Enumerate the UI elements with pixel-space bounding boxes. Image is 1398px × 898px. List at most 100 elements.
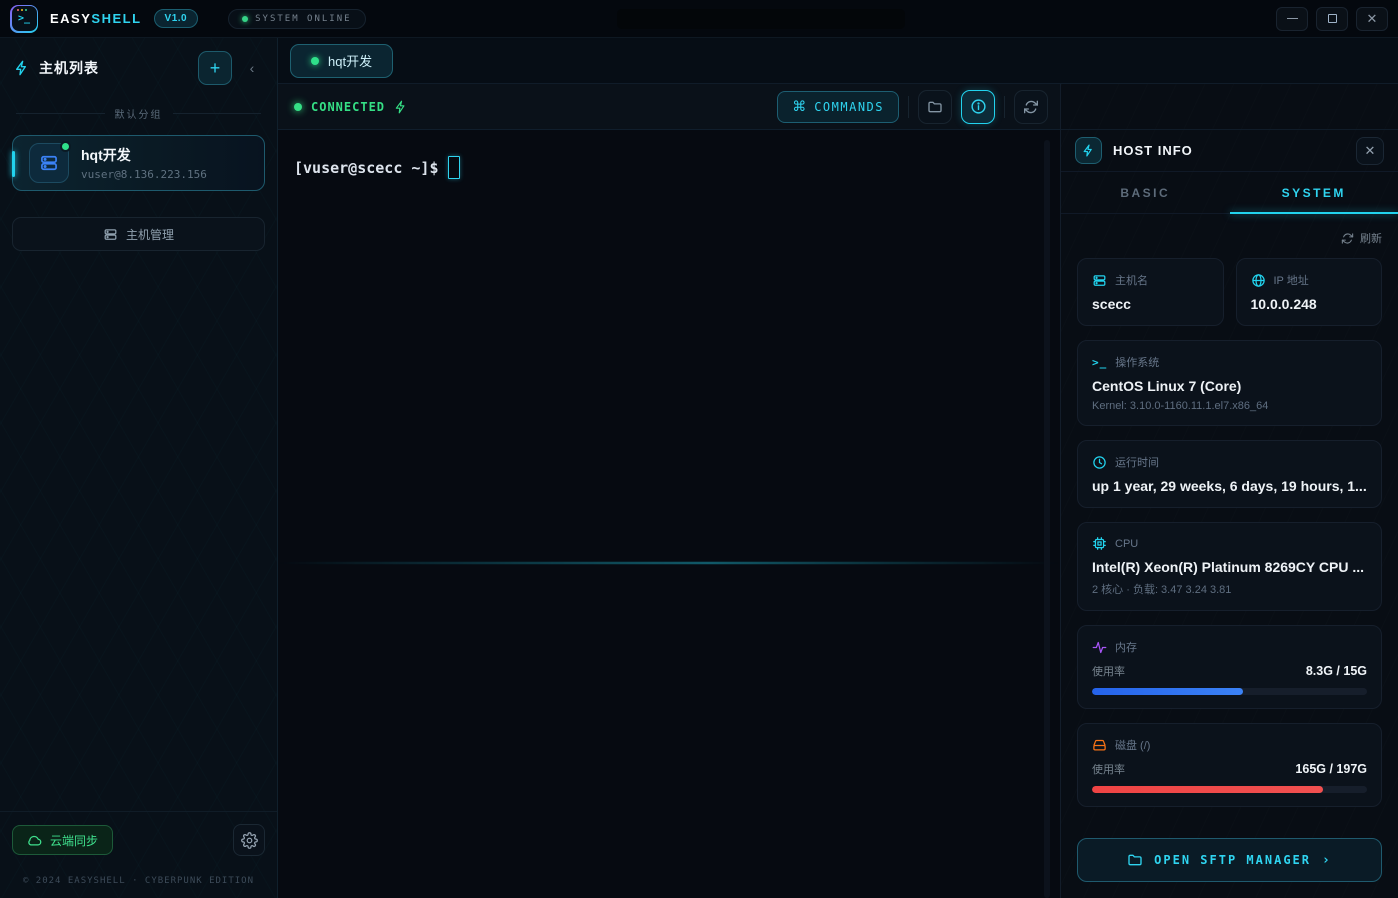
memory-usage-label: 使用率	[1092, 663, 1125, 679]
scanline-effect	[278, 562, 1060, 564]
gear-icon	[241, 832, 258, 849]
open-sftp-button[interactable]: OPEN SFTP MANAGER ›	[1077, 838, 1382, 882]
uptime-label: 运行时间	[1115, 454, 1159, 470]
close-button[interactable]: ✕	[1356, 7, 1388, 31]
tab-label: hqt开发	[328, 51, 372, 70]
sidebar-host-list: 主机列表 + ‹ 默认分组 hqt开发 vuser@8.136.223.156	[0, 38, 278, 898]
close-icon: ✕	[1367, 12, 1378, 25]
toolbar-divider	[1004, 96, 1005, 118]
minimize-button[interactable]	[1276, 7, 1308, 31]
memory-usage-value: 8.3G / 15G	[1306, 664, 1367, 678]
memory-card: 内存 使用率 8.3G / 15G	[1077, 625, 1382, 709]
refresh-icon	[1023, 99, 1039, 115]
refresh-info-button[interactable]: 刷新	[1077, 226, 1382, 258]
memory-label: 内存	[1115, 639, 1137, 655]
terminal-tab[interactable]: hqt开发	[290, 44, 393, 78]
command-key-icon: ⌘	[792, 98, 806, 115]
cpu-value: Intel(R) Xeon(R) Platinum 8269CY CPU ...	[1092, 559, 1367, 575]
host-manage-button[interactable]: 主机管理	[12, 217, 265, 251]
refresh-label: 刷新	[1360, 230, 1382, 246]
close-panel-button[interactable]: ✕	[1356, 137, 1384, 165]
bolt-icon	[1075, 137, 1102, 164]
titlebar-drag-region[interactable]	[617, 9, 905, 29]
tab-system[interactable]: SYSTEM	[1230, 172, 1398, 213]
sftp-folder-button[interactable]	[918, 90, 952, 124]
chevron-right-icon: ›	[1322, 853, 1332, 868]
terminal-screen[interactable]: [vuser@scecc ~]$	[278, 130, 1060, 898]
terminal-prompt-icon: >_	[1092, 356, 1107, 369]
sidebar-title: 主机列表	[39, 58, 99, 78]
bolt-icon	[14, 60, 30, 76]
logo-traffic-dots	[17, 9, 27, 11]
maximize-button[interactable]	[1316, 7, 1348, 31]
disk-usage-label: 使用率	[1092, 761, 1125, 777]
host-online-dot	[60, 141, 71, 152]
uptime-value: up 1 year, 29 weeks, 6 days, 19 hours, 1…	[1092, 478, 1367, 494]
disk-label: 磁盘 (/)	[1115, 737, 1150, 753]
bolt-icon	[394, 100, 408, 114]
host-info-button[interactable]	[961, 90, 995, 124]
cloud-sync-label: 云端同步	[50, 832, 98, 849]
ip-value: 10.0.0.248	[1251, 296, 1368, 312]
online-dot-icon	[242, 16, 248, 22]
toolbar-divider	[908, 96, 909, 118]
disk-card: 磁盘 (/) 使用率 165G / 197G	[1077, 723, 1382, 807]
add-host-button[interactable]: +	[198, 51, 232, 85]
cloud-icon	[27, 833, 42, 848]
version-badge: V1.0	[154, 9, 199, 28]
terminal-tab-bar: hqt开发	[278, 38, 1398, 84]
os-value: CentOS Linux 7 (Core)	[1092, 378, 1367, 394]
server-icon	[103, 227, 118, 242]
kernel-detail: Kernel: 3.10.0-1160.11.1.el7.x86_64	[1092, 400, 1367, 412]
collapse-sidebar-button[interactable]: ‹	[241, 51, 263, 85]
terminal-cursor	[448, 156, 460, 179]
memory-progress-track	[1092, 688, 1367, 695]
folder-icon	[1127, 852, 1143, 868]
group-label: 默认分组	[115, 106, 163, 121]
commands-button[interactable]: ⌘ COMMANDS	[777, 91, 899, 123]
tab-basic[interactable]: BASIC	[1061, 172, 1230, 213]
system-status-badge: SYSTEM ONLINE	[228, 9, 365, 29]
host-list-item[interactable]: hqt开发 vuser@8.136.223.156	[12, 135, 265, 191]
cpu-label: CPU	[1115, 538, 1138, 550]
settings-button[interactable]	[233, 824, 265, 856]
cloud-sync-button[interactable]: 云端同步	[12, 825, 113, 855]
server-icon	[1092, 273, 1107, 288]
brand-title: EASYSHELL	[50, 11, 142, 26]
host-manage-label: 主机管理	[126, 226, 174, 243]
os-card: >_ 操作系统 CentOS Linux 7 (Core) Kernel: 3.…	[1077, 340, 1382, 426]
host-address: vuser@8.136.223.156	[81, 168, 207, 181]
cpu-detail: 2 核心 · 负载: 3.47 3.24 3.81	[1092, 581, 1367, 597]
window-controls: ✕	[1276, 7, 1388, 31]
disk-progress-fill	[1092, 786, 1323, 793]
hostname-value: scecc	[1092, 296, 1209, 312]
terminal-toolbar: CONNECTED ⌘ COMMANDS	[278, 84, 1060, 130]
app-logo: >_	[10, 5, 38, 33]
hostname-label: 主机名	[1115, 272, 1148, 288]
folder-icon	[927, 99, 943, 115]
clock-icon	[1092, 455, 1107, 470]
disk-icon	[1092, 738, 1107, 753]
maximize-icon	[1328, 14, 1337, 23]
reconnect-button[interactable]	[1014, 90, 1048, 124]
server-icon	[29, 143, 69, 183]
host-info-title: HOST INFO	[1113, 143, 1193, 158]
active-indicator	[12, 151, 15, 177]
group-header: 默认分组	[0, 98, 277, 131]
open-sftp-label: OPEN SFTP MANAGER	[1154, 853, 1311, 867]
disk-usage-value: 165G / 197G	[1295, 762, 1367, 776]
close-icon: ✕	[1365, 143, 1376, 159]
host-info-panel: HOST INFO ✕ BASIC SYSTEM 刷新	[1060, 84, 1398, 898]
terminal-logo-icon: >_	[18, 13, 30, 24]
ip-card: IP 地址 10.0.0.248	[1236, 258, 1383, 326]
refresh-icon	[1341, 232, 1354, 245]
copyright-footer: © 2024 EASYSHELL · CYBERPUNK EDITION	[0, 862, 277, 898]
disk-progress-track	[1092, 786, 1367, 793]
globe-icon	[1251, 273, 1266, 288]
hostname-card: 主机名 scecc	[1077, 258, 1224, 326]
info-icon	[970, 98, 987, 115]
minimize-icon	[1287, 18, 1298, 19]
terminal-scrollbar[interactable]	[1044, 140, 1050, 898]
cpu-card: CPU Intel(R) Xeon(R) Platinum 8269CY CPU…	[1077, 522, 1382, 611]
cpu-icon	[1092, 536, 1107, 551]
